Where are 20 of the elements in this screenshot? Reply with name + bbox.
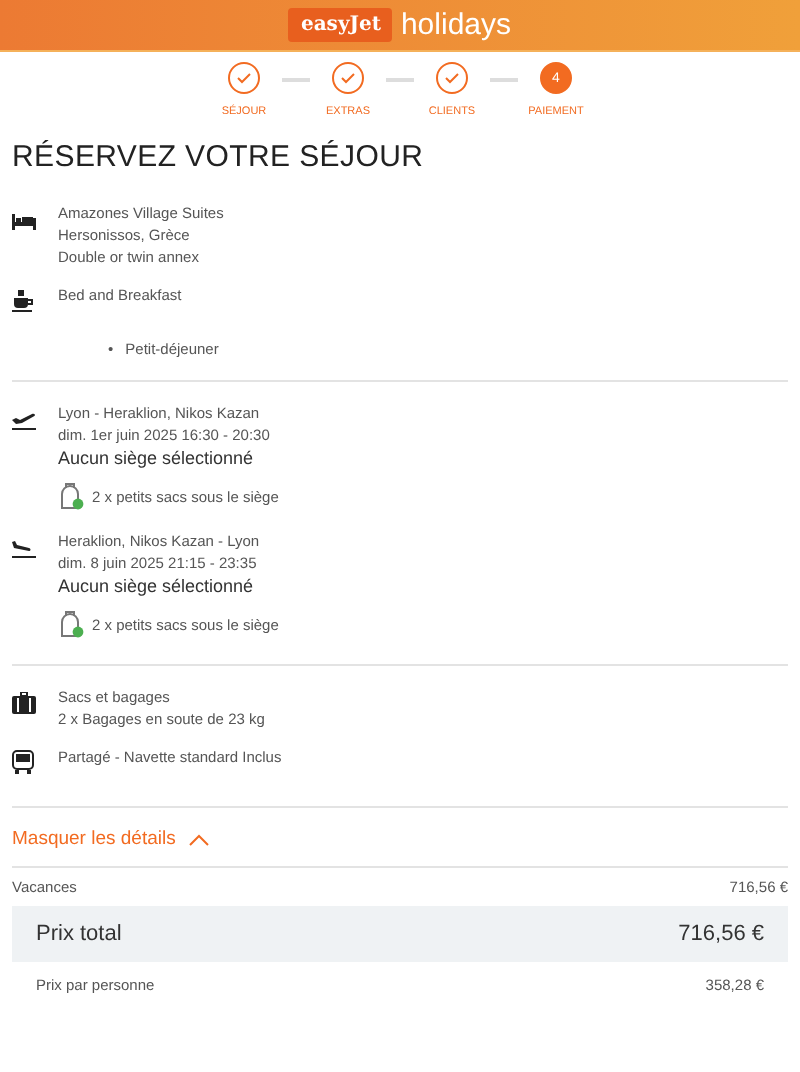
check-icon bbox=[236, 72, 252, 84]
coffee-cup-icon bbox=[12, 290, 34, 312]
toggle-details-link[interactable]: Masquer les détails bbox=[0, 828, 222, 850]
check-icon bbox=[444, 72, 460, 84]
backpack-icon bbox=[58, 482, 84, 510]
seat-status: Aucun siège sélectionné bbox=[58, 576, 256, 596]
luggage-icon bbox=[12, 692, 36, 714]
page-title: RÉSERVEZ VOTRE SÉJOUR bbox=[12, 140, 426, 174]
bus-icon bbox=[12, 750, 34, 774]
brand-logo: easyJet bbox=[288, 8, 393, 42]
price-value: 716,56 € bbox=[678, 922, 764, 946]
plane-landing-icon bbox=[12, 538, 36, 558]
check-icon bbox=[340, 72, 356, 84]
seat-status: Aucun siège sélectionné bbox=[58, 448, 256, 468]
brand-name: holidays bbox=[400, 8, 512, 42]
bed-icon bbox=[12, 212, 36, 230]
backpack-icon bbox=[58, 610, 84, 638]
chevron-up-icon bbox=[187, 833, 210, 845]
plane-takeoff-icon bbox=[12, 410, 36, 430]
price-label: Prix total bbox=[36, 922, 122, 946]
